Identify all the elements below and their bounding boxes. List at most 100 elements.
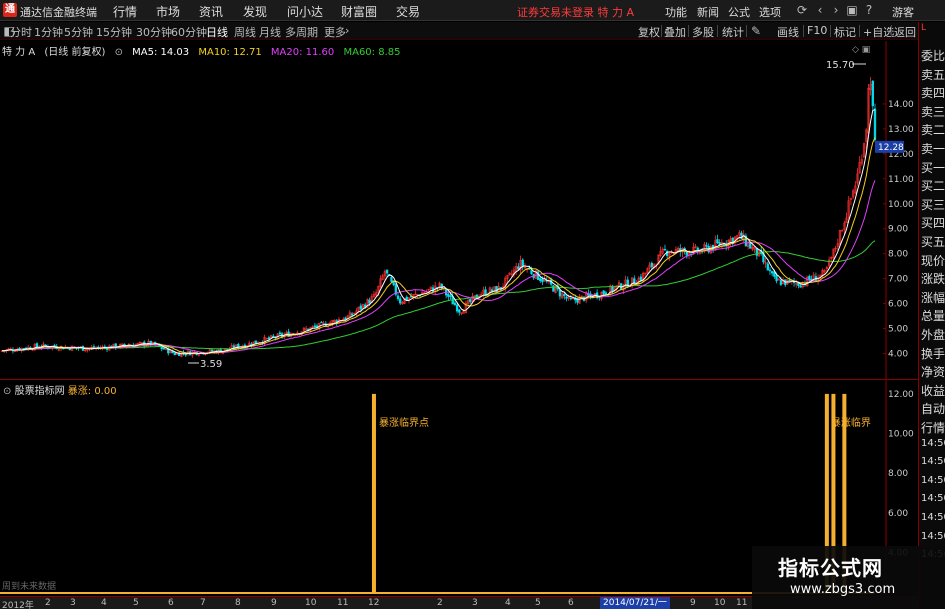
tool-multi[interactable]: 多股: [692, 24, 714, 40]
indicator-tick-label: 10.00: [888, 430, 914, 440]
menu-function[interactable]: 功能: [665, 4, 687, 20]
sidebar-item-25: 14:50: [921, 512, 945, 523]
sidebar-item-4: 卖二: [921, 123, 945, 138]
time-label-0: 2012年: [2, 601, 34, 609]
menu-discover[interactable]: 发现: [243, 3, 267, 20]
main-candlestick-chart[interactable]: 14.0013.0012.0011.0010.009.008.007.006.0…: [0, 41, 918, 379]
candle-body: [775, 275, 778, 282]
stock-name: 特 力 A: [2, 47, 36, 58]
menu-quotes[interactable]: 行情: [113, 3, 137, 20]
sidebar-level-badge[interactable]: L: [921, 23, 926, 33]
tool-adjust[interactable]: 复权: [638, 24, 660, 40]
sidebar-item-13: 涨幅: [921, 290, 945, 305]
sidebar-item-17: 净资: [921, 365, 945, 380]
menu-market[interactable]: 市场: [156, 3, 180, 20]
menu-options[interactable]: 选项: [759, 4, 781, 20]
period-tab-2[interactable]: 5分钟: [64, 24, 93, 40]
sidebar-item-22: 14:50: [921, 456, 945, 468]
candle-body: [541, 278, 544, 283]
period-tab-3[interactable]: 15分钟: [96, 24, 132, 40]
sidebar-item-1: 卖五: [921, 67, 945, 82]
adjust-mode: (日线 前复权): [44, 47, 106, 58]
tool-back[interactable]: 返回: [894, 24, 916, 40]
candle-body: [35, 343, 39, 348]
candle-body: [278, 332, 282, 335]
sidebar-item-24: 14:50: [921, 493, 945, 505]
candle-body: [530, 270, 533, 274]
tool-overlay[interactable]: 叠加: [664, 24, 686, 40]
refresh-icon[interactable]: ⟳: [795, 3, 809, 17]
pen-icon[interactable]: ✎: [749, 24, 763, 38]
sidebar-item-20: 行情: [921, 421, 945, 435]
candle-body: [490, 289, 494, 292]
candle-body: [173, 352, 176, 356]
candle-body: [447, 293, 450, 297]
tool-add-watch[interactable]: +自选: [863, 24, 894, 40]
indicator-footer: 周到未来数据: [2, 580, 56, 592]
period-tab-4[interactable]: 30分钟: [136, 24, 172, 40]
candle-body: [385, 269, 389, 274]
login-status[interactable]: 证券交易未登录 特 力 A: [517, 4, 634, 20]
sidebar-item-21: 14:50: [921, 437, 945, 449]
more-chevron-icon[interactable]: ›: [345, 24, 349, 37]
time-label-7: 8: [235, 598, 241, 608]
menu-trade[interactable]: 交易: [396, 3, 420, 20]
sidebar-item-19[interactable]: 自动: [921, 400, 945, 417]
time-label-3: 4: [101, 598, 107, 608]
price-tick-label: 7.00: [888, 275, 908, 285]
period-tab-9[interactable]: 多周期: [285, 24, 318, 40]
candle-body: [254, 340, 257, 344]
main-legend: 特 力 A (日线 前复权) ⊙ MA5: 14.03 MA10: 12.71 …: [2, 43, 406, 58]
settings-icon[interactable]: ⊙: [3, 386, 11, 397]
candle-body: [344, 317, 347, 320]
period-tab-6[interactable]: 日线: [206, 24, 228, 40]
price-tick-label: 14.00: [888, 100, 914, 110]
forward-icon[interactable]: ›: [829, 3, 843, 17]
chart-options-icon[interactable]: ◇ ▣: [852, 45, 870, 55]
menu-formula[interactable]: 公式: [728, 4, 750, 20]
price-tick-label: 6.00: [888, 300, 908, 310]
ma10-label: MA10: 12.71: [198, 47, 262, 58]
lock-icon[interactable]: ▣: [845, 3, 859, 17]
time-label-16: 6: [568, 598, 574, 608]
menu-wealth[interactable]: 财富圈: [341, 3, 377, 20]
period-tab-5[interactable]: 60分钟: [171, 24, 207, 40]
period-tab-7[interactable]: 周线: [234, 24, 256, 40]
tool-stats[interactable]: 统计: [722, 24, 744, 40]
menu-newsfeed[interactable]: 新闻: [697, 4, 719, 20]
tool-f10[interactable]: F10: [807, 24, 827, 37]
candle-body: [569, 297, 573, 300]
sidebar-item-2: 卖四: [921, 86, 945, 101]
sidebar-item-16: 换手: [921, 346, 945, 361]
tool-draw[interactable]: 画线: [777, 24, 799, 40]
period-tab-10[interactable]: 更多: [324, 24, 346, 40]
candle-body: [602, 290, 605, 294]
period-tab-0[interactable]: 分时: [10, 24, 32, 40]
candle-body: [639, 276, 643, 281]
settings-icon[interactable]: ⊙: [115, 47, 123, 58]
tool-mark[interactable]: 标记: [834, 24, 856, 40]
candle-body: [604, 292, 608, 295]
time-label-12: 2: [437, 598, 443, 608]
menu-xiaoda[interactable]: 问小达: [287, 3, 323, 20]
menu-news[interactable]: 资讯: [199, 3, 223, 20]
candle-body: [705, 245, 708, 247]
time-label-14: 4: [505, 598, 511, 608]
app-logo-icon: 通: [3, 3, 17, 17]
candle-body: [313, 325, 317, 328]
period-tab-8[interactable]: 月线: [259, 24, 281, 40]
candle-body: [716, 239, 719, 243]
time-label-11: 12: [368, 598, 380, 608]
ma20-line: [2, 180, 876, 354]
candle-body: [396, 295, 400, 300]
indicator-spike: [371, 393, 376, 592]
back-icon[interactable]: ‹: [813, 3, 827, 17]
app-title: 通达信金融终端: [20, 6, 97, 19]
indicator-name: 股票指标网: [14, 386, 65, 397]
period-tab-1[interactable]: 1分钟: [34, 24, 63, 40]
spike-annotation-right: 暴涨临界: [831, 416, 871, 429]
indicator-tick-label: 8.00: [888, 469, 908, 479]
help-icon[interactable]: ?: [862, 3, 876, 17]
candle-body: [565, 296, 568, 299]
guest-label[interactable]: 游客: [892, 4, 914, 20]
